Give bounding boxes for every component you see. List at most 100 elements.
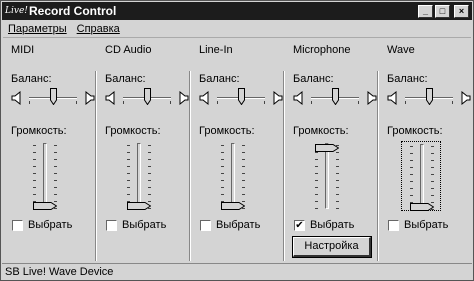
volume-tick (242, 194, 245, 195)
balance-thumb[interactable] (331, 88, 339, 106)
volume-slider[interactable] (119, 141, 159, 211)
volume-tick (315, 187, 318, 188)
volume-tick (315, 173, 318, 174)
select-checkbox-row[interactable]: Выбрать (388, 219, 448, 231)
select-label: Выбрать (216, 219, 261, 231)
volume-tick (148, 173, 151, 174)
volume-tick (54, 187, 57, 188)
volume-slider[interactable] (401, 141, 441, 211)
balance-slider[interactable] (199, 87, 283, 109)
menu-parameters[interactable]: Параметры (3, 23, 72, 35)
balance-thumb[interactable] (49, 88, 57, 106)
volume-tick (33, 173, 36, 174)
balance-tick (311, 101, 312, 104)
channel-line-in: Line-In Баланс: Громкость: Выбрать (189, 41, 285, 261)
volume-thumb[interactable] (33, 201, 58, 210)
select-checkbox-row[interactable]: Выбрать (200, 219, 260, 231)
volume-tick (221, 145, 224, 146)
balance-label: Баланс: (199, 73, 240, 85)
volume-tick (221, 166, 224, 167)
select-checkbox[interactable]: ✔ (294, 219, 305, 231)
volume-tick (148, 152, 151, 153)
volume-tick (33, 152, 36, 153)
balance-thumb[interactable] (143, 88, 151, 106)
volume-tick (127, 173, 130, 174)
speaker-left-icon (199, 90, 211, 106)
volume-tick (431, 174, 434, 175)
volume-tick (410, 181, 413, 182)
volume-tick (54, 159, 57, 160)
volume-thumb[interactable] (315, 143, 340, 152)
volume-label: Громкость: (11, 125, 67, 137)
volume-tick (410, 188, 413, 189)
volume-thumb[interactable] (221, 201, 246, 210)
balance-thumb[interactable] (425, 88, 433, 106)
minimize-button[interactable]: _ (418, 4, 433, 18)
channel-name: Microphone (293, 44, 351, 56)
channel-microphone: Microphone Баланс: Громкость: ✔ Выбрать Настр… (283, 41, 379, 261)
balance-label: Баланс: (105, 73, 146, 85)
volume-slider[interactable] (25, 141, 65, 211)
channel-separator (283, 71, 285, 261)
volume-slider[interactable] (307, 141, 347, 211)
volume-tick (33, 194, 36, 195)
volume-slider[interactable] (213, 141, 253, 211)
balance-slider[interactable] (293, 87, 377, 109)
balance-tick (123, 101, 124, 104)
balance-slider[interactable] (11, 87, 95, 109)
select-checkbox-row[interactable]: ✔ Выбрать (294, 219, 354, 231)
volume-tick (54, 166, 57, 167)
volume-tick (221, 159, 224, 160)
volume-tick (127, 187, 130, 188)
volume-tick (336, 166, 339, 167)
select-checkbox[interactable] (106, 219, 117, 231)
select-checkbox[interactable] (12, 219, 23, 231)
select-checkbox[interactable] (388, 219, 399, 231)
speaker-right-icon (365, 90, 377, 106)
speaker-right-icon (83, 90, 95, 106)
volume-thumb[interactable] (410, 202, 435, 211)
select-label: Выбрать (310, 219, 355, 231)
title-bar[interactable]: Live! Record Control _ □ × (2, 2, 472, 20)
volume-thumb[interactable] (127, 201, 152, 210)
volume-tick (33, 159, 36, 160)
volume-track (43, 143, 47, 209)
volume-tick (54, 145, 57, 146)
speaker-left-icon (293, 90, 305, 106)
volume-tick (336, 208, 339, 209)
volume-tick (431, 153, 434, 154)
balance-tick (29, 101, 30, 104)
volume-tick (127, 194, 130, 195)
channel-separator (95, 71, 97, 261)
volume-tick (336, 180, 339, 181)
balance-slider[interactable] (387, 87, 471, 109)
volume-tick (242, 173, 245, 174)
volume-tick (336, 187, 339, 188)
settings-button[interactable]: Настройка (292, 236, 372, 258)
volume-tick (336, 201, 339, 202)
balance-thumb[interactable] (237, 88, 245, 106)
volume-tick (221, 194, 224, 195)
volume-tick (315, 166, 318, 167)
select-checkbox[interactable] (200, 219, 211, 231)
balance-tick (217, 101, 218, 104)
select-label: Выбрать (122, 219, 167, 231)
select-label: Выбрать (404, 219, 449, 231)
volume-tick (336, 152, 339, 153)
select-checkbox-row[interactable]: Выбрать (106, 219, 166, 231)
menu-help[interactable]: Справка (72, 23, 125, 35)
volume-track (231, 143, 235, 209)
volume-tick (431, 146, 434, 147)
volume-tick (336, 159, 339, 160)
status-bar: SB Live! Wave Device (2, 263, 472, 280)
volume-tick (127, 180, 130, 181)
balance-slider[interactable] (105, 87, 189, 109)
close-button[interactable]: × (454, 4, 469, 18)
maximize-button[interactable]: □ (435, 4, 450, 18)
select-label: Выбрать (28, 219, 73, 231)
speaker-right-icon (271, 90, 283, 106)
volume-label: Громкость: (293, 125, 349, 137)
channel-name: Line-In (199, 44, 233, 56)
select-checkbox-row[interactable]: Выбрать (12, 219, 72, 231)
volume-tick (33, 180, 36, 181)
